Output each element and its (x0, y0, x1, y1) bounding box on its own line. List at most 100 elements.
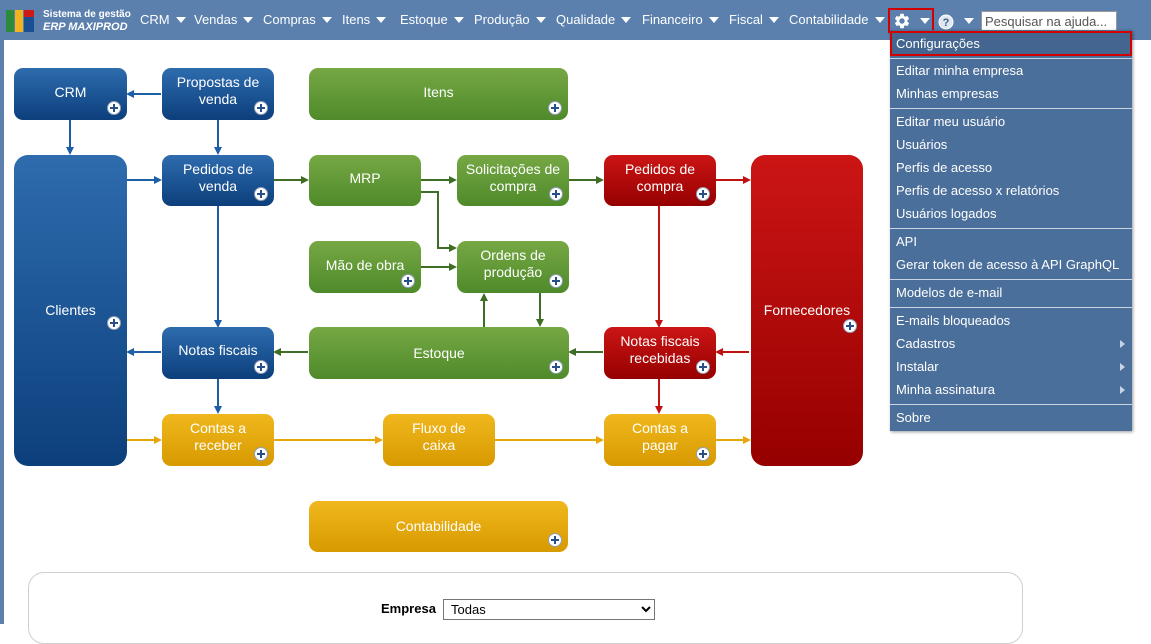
logo-line-2: ERP MAXIPROD (43, 21, 128, 33)
flow-box-contas-a-receber[interactable]: Contas a receber (162, 414, 274, 466)
menu-item-perfis-de-acesso-x-relatorios[interactable]: Perfis de acesso x relatórios (890, 180, 1132, 202)
chevron-right-icon (1120, 386, 1125, 394)
nav-label: Compras (263, 12, 316, 27)
menu-item-minha-assinatura[interactable]: Minha assinatura (890, 379, 1132, 401)
empresa-label: Empresa (381, 601, 436, 616)
add-icon[interactable] (254, 360, 268, 374)
box-label: Itens (423, 83, 454, 100)
add-icon[interactable] (254, 101, 268, 115)
menu-item-editar-meu-usuario[interactable]: Editar meu usuário (890, 111, 1132, 133)
menu-item-modelos-de-email[interactable]: Modelos de e-mail (890, 282, 1132, 304)
caret-down-icon (874, 16, 885, 23)
add-icon[interactable] (254, 447, 268, 461)
flow-box-contas-a-pagar[interactable]: Contas a pagar (604, 414, 716, 466)
nav-label: Financeiro (642, 12, 703, 27)
menu-item-gerar-token-api-graphql[interactable]: Gerar token de acesso à API GraphQL (890, 254, 1132, 276)
help-icon: ? (938, 14, 954, 30)
box-label: Notas fiscais (178, 341, 258, 358)
menu-item-configuracoes[interactable]: Configurações (890, 31, 1132, 56)
add-icon[interactable] (548, 101, 562, 115)
flow-box-contabilidade[interactable]: Contabilidade (309, 501, 568, 552)
chevron-right-icon (1120, 363, 1125, 371)
chevron-right-icon (1120, 340, 1125, 348)
box-label: MRP (349, 170, 381, 186)
flow-box-fornecedores[interactable]: Fornecedores (751, 155, 863, 466)
add-icon[interactable] (843, 319, 857, 333)
nav-producao[interactable]: Produção (474, 0, 546, 40)
menu-item-cadastros[interactable]: Cadastros (890, 333, 1132, 355)
add-icon[interactable] (696, 360, 710, 374)
menu-separator (890, 404, 1132, 405)
help-search-input[interactable] (981, 11, 1117, 31)
nav-label: Qualidade (556, 12, 616, 27)
box-label: CRM (54, 83, 87, 100)
flow-box-solicitacoes-de-compra[interactable]: Solicitações de compra (457, 155, 569, 206)
flow-box-estoque[interactable]: Estoque (309, 327, 569, 379)
menu-item-sobre[interactable]: Sobre (890, 407, 1132, 429)
caret-down-icon (376, 16, 387, 23)
nav-qualidade[interactable]: Qualidade (556, 0, 632, 40)
menu-item-minhas-empresas[interactable]: Minhas empresas (890, 83, 1132, 105)
nav-label: Contabilidade (789, 12, 869, 27)
menu-item-instalar[interactable]: Instalar (890, 356, 1132, 378)
add-icon[interactable] (401, 274, 415, 288)
menu-item-api[interactable]: API (890, 231, 1132, 253)
caret-down-icon (175, 16, 186, 23)
box-label: Fornecedores (763, 302, 851, 318)
add-icon[interactable] (107, 101, 121, 115)
flow-box-crm[interactable]: CRM (14, 68, 127, 120)
menu-item-perfis-de-acesso[interactable]: Perfis de acesso (890, 157, 1132, 179)
gear-icon (894, 13, 910, 29)
flow-box-propostas-de-venda[interactable]: Propostas de venda (162, 68, 274, 120)
caret-down-icon (768, 16, 779, 23)
nav-label: Produção (474, 12, 530, 27)
flow-box-notas-fiscais-recebidas[interactable]: Notas fiscais recebidas (604, 327, 716, 379)
caret-down-icon (708, 16, 719, 23)
add-icon[interactable] (696, 187, 710, 201)
flow-box-itens[interactable]: Itens (309, 68, 568, 120)
help-menu-button[interactable]: ? (936, 13, 974, 31)
nav-crm[interactable]: CRM (140, 0, 186, 40)
caret-down-icon (321, 16, 332, 23)
add-icon[interactable] (549, 187, 563, 201)
nav-itens[interactable]: Itens (342, 0, 387, 40)
add-icon[interactable] (548, 533, 562, 547)
nav-compras[interactable]: Compras (263, 0, 332, 40)
add-icon[interactable] (549, 274, 563, 288)
nav-label: Fiscal (729, 12, 763, 27)
app-logo[interactable]: Sistema de gestão ERP MAXIPROD (5, 7, 131, 35)
menu-separator (890, 307, 1132, 308)
logo-line-1: Sistema de gestão (43, 9, 131, 20)
menu-item-usuarios[interactable]: Usuários (890, 134, 1132, 156)
add-icon[interactable] (107, 316, 121, 330)
empresa-select[interactable]: Todas (443, 599, 655, 620)
menu-separator (890, 58, 1132, 59)
box-label: Fluxo de caixa (412, 420, 466, 453)
box-label: Estoque (413, 344, 465, 361)
nav-label: Estoque (400, 12, 448, 27)
nav-vendas[interactable]: Vendas (194, 0, 254, 40)
flow-box-mao-de-obra[interactable]: Mão de obra (309, 241, 421, 293)
flow-box-mrp[interactable]: MRP (309, 155, 421, 206)
box-label: Clientes (45, 302, 96, 318)
nav-estoque[interactable]: Estoque (400, 0, 464, 40)
flow-box-pedidos-de-venda[interactable]: Pedidos de venda (162, 155, 274, 206)
flow-box-pedidos-de-compra[interactable]: Pedidos de compra (604, 155, 716, 206)
flow-box-ordens-de-producao[interactable]: Ordens de produção (457, 241, 569, 293)
box-label: Contabilidade (395, 518, 482, 534)
flow-box-fluxo-de-caixa[interactable]: Fluxo de caixa (383, 414, 495, 466)
add-icon[interactable] (549, 360, 563, 374)
flow-box-notas-fiscais[interactable]: Notas fiscais (162, 327, 274, 379)
caret-down-icon (920, 18, 930, 24)
menu-item-usuarios-logados[interactable]: Usuários logados (890, 203, 1132, 225)
flow-box-clientes[interactable]: Clientes (14, 155, 127, 466)
menu-item-editar-minha-empresa[interactable]: Editar minha empresa (890, 60, 1132, 82)
add-icon[interactable] (254, 187, 268, 201)
nav-contabilidade[interactable]: Contabilidade (789, 0, 885, 40)
menu-separator (890, 228, 1132, 229)
menu-item-emails-bloqueados[interactable]: E-mails bloqueados (890, 310, 1132, 332)
nav-financeiro[interactable]: Financeiro (642, 0, 719, 40)
add-icon[interactable] (696, 447, 710, 461)
menu-item-label: Minha assinatura (896, 382, 995, 397)
nav-fiscal[interactable]: Fiscal (729, 0, 779, 40)
